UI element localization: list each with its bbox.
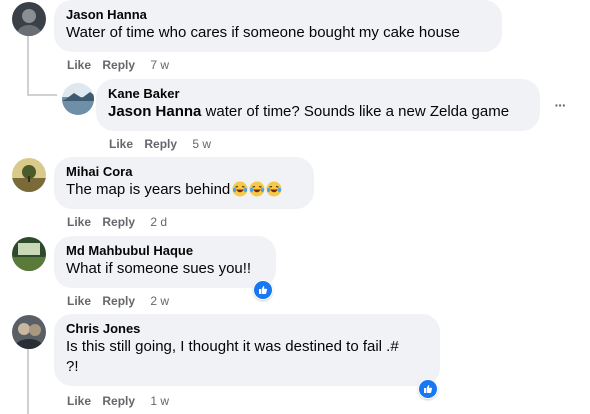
reply-text: water of time? Sounds like a new Zelda g…	[201, 103, 510, 120]
comment-timestamp[interactable]: 5 w	[192, 137, 211, 151]
like-button[interactable]: Like	[67, 58, 91, 72]
comment-text: Water of time who cares if someone bough…	[66, 24, 460, 41]
reply-button[interactable]: Reply	[102, 394, 135, 408]
comment-text: Jason Hanna water of time? Sounds like a…	[108, 102, 528, 122]
reply-bubble: Kane Baker Jason Hanna water of time? So…	[96, 79, 540, 131]
like-button[interactable]: Like	[67, 294, 91, 308]
comment-author[interactable]: Mihai Cora	[66, 164, 302, 180]
comment-bubble: Md Mahbubul Haque What if someone sues y…	[54, 236, 276, 288]
laughing-tears-emoji-icon	[266, 181, 282, 197]
comment-timestamp[interactable]: 2 d	[150, 215, 167, 229]
like-button[interactable]: Like	[67, 394, 91, 408]
like-reaction-icon	[254, 281, 272, 299]
reply-button[interactable]: Reply	[144, 137, 177, 151]
comment-bubble: Chris Jones Is this still going, I thoug…	[54, 314, 440, 386]
comment-bubble: Jason Hanna Water of time who cares if s…	[54, 0, 502, 52]
avatar-kane-baker[interactable]	[62, 83, 94, 115]
comment-text-content: The map is years behind	[66, 181, 231, 198]
comment-timestamp[interactable]: 1 w	[150, 394, 169, 408]
laughing-tears-emoji-icon	[232, 181, 248, 197]
like-button[interactable]: Like	[109, 137, 133, 151]
comment-author[interactable]: Md Mahbubul Haque	[66, 243, 264, 259]
like-button[interactable]: Like	[67, 215, 91, 229]
comment-text-line: ?!	[66, 358, 79, 375]
more-options-button[interactable]: ···	[550, 95, 570, 115]
emoji-group	[232, 181, 283, 197]
thread-line-curve	[27, 94, 57, 96]
comment-actions: Like Reply 5 w	[109, 136, 211, 152]
comment-author[interactable]: Jason Hanna	[66, 7, 490, 23]
avatar-chris-jones[interactable]	[12, 315, 46, 349]
like-reaction-icon	[419, 380, 437, 398]
comment-actions: Like Reply 2 w	[67, 293, 169, 309]
comment-timestamp[interactable]: 2 w	[150, 294, 169, 308]
mention-link[interactable]: Jason Hanna	[108, 103, 201, 120]
avatar-mihai-cora[interactable]	[12, 158, 46, 192]
avatar-md-mahbubul-haque[interactable]	[12, 237, 46, 271]
comment-author[interactable]: Kane Baker	[108, 86, 528, 102]
laughing-tears-emoji-icon	[249, 181, 265, 197]
reply-button[interactable]: Reply	[102, 215, 135, 229]
avatar-jason-hanna[interactable]	[12, 2, 46, 36]
comment-bubble: Mihai Cora The map is years behind	[54, 157, 314, 209]
reaction-badge[interactable]	[253, 280, 273, 300]
reply-button[interactable]: Reply	[102, 58, 135, 72]
thread-line	[27, 36, 29, 96]
comment-text: What if someone sues you!!	[66, 260, 252, 277]
comment-actions: Like Reply 2 d	[67, 214, 167, 230]
comment-author[interactable]: Chris Jones	[66, 321, 428, 337]
reaction-badge[interactable]	[418, 379, 438, 399]
comment-timestamp[interactable]: 7 w	[150, 58, 169, 72]
comment-actions: Like Reply 7 w	[67, 57, 169, 73]
comment-text-line: Is this still going, I thought it was de…	[66, 338, 399, 355]
comment-actions: Like Reply 1 w	[67, 393, 169, 409]
reply-button[interactable]: Reply	[102, 294, 135, 308]
comment-text: The map is years behind	[66, 180, 302, 200]
more-icon: ···	[554, 97, 567, 113]
